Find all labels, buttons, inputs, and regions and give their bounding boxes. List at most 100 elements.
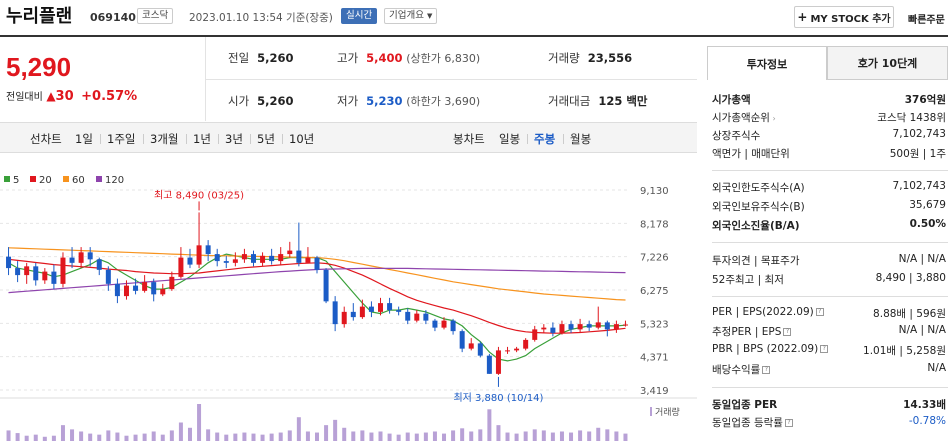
legend-label: 20 <box>39 175 52 186</box>
candle-body <box>6 256 12 269</box>
volume-bar <box>151 431 156 441</box>
volume-bar <box>124 435 129 441</box>
candle-body <box>196 245 202 265</box>
quick-order-link[interactable]: 빠른주문 <box>908 11 945 26</box>
period-1y[interactable]: 1년 <box>193 131 211 147</box>
tab-invest-info[interactable]: 투자정보 <box>707 46 827 80</box>
period-3m[interactable]: 3개월 <box>150 131 178 147</box>
stock-name: 누리플랜 <box>6 6 73 27</box>
volume-bar <box>224 434 229 441</box>
volume-bar <box>478 429 483 441</box>
row-dividend: 배당수익률? N/A <box>712 362 946 376</box>
volume-bar <box>442 433 447 441</box>
row-opinion: 투자의견 | 목표주가 N/A | N/A <box>712 253 946 267</box>
candle-body <box>541 327 547 330</box>
candle-body <box>396 310 402 312</box>
row-shares: 상장주식수 7,102,743 <box>712 128 946 142</box>
candle-weekly[interactable]: 주봉 <box>534 131 555 147</box>
period-3y[interactable]: 3년 <box>225 131 243 147</box>
candle-body <box>459 331 465 349</box>
chevron-down-icon: ▼ <box>426 12 433 20</box>
candle-body <box>187 257 193 265</box>
mystock-add-button[interactable]: + MY STOCK 추가 <box>794 6 894 28</box>
candle-body <box>160 289 166 295</box>
help-icon: ? <box>762 366 771 374</box>
period-5y[interactable]: 5년 <box>257 131 275 147</box>
y-tick-label: 5,323 <box>640 319 669 330</box>
mystock-label: MY STOCK 추가 <box>810 13 891 25</box>
volume-bar <box>24 435 29 441</box>
volume-bar <box>206 429 211 441</box>
divider <box>206 79 697 80</box>
candle-daily[interactable]: 일봉 <box>499 131 520 147</box>
y-tick-label: 8,178 <box>640 219 669 230</box>
volume-bar <box>423 432 428 441</box>
volume-bar <box>142 433 147 441</box>
help-icon: ? <box>783 328 792 336</box>
volume-bar <box>315 432 319 441</box>
candle-body <box>495 350 501 374</box>
diff-label: 전일대비 <box>6 92 43 103</box>
volume-bar <box>97 434 102 441</box>
help-icon: ? <box>820 345 829 353</box>
candle-body <box>60 257 66 284</box>
candle-body <box>323 269 329 302</box>
period-1w[interactable]: 1주일 <box>107 131 135 147</box>
candle-body <box>42 271 48 281</box>
candle-body <box>486 355 492 374</box>
period-bar: 선차트 1일 1주일 3개월 1년 3년 5년 10년 봉차트 일봉 주봉 월봉 <box>0 122 697 153</box>
low-price: 저가 5,230 (하한가 3,690) <box>337 94 481 108</box>
row-per: PER | EPS(2022.09)? 8.88배 | 596원 <box>712 306 946 320</box>
volume-bar <box>88 433 93 441</box>
candle-body <box>568 324 574 330</box>
candle-body <box>105 269 111 284</box>
candle-body <box>78 252 84 263</box>
volume-bar <box>178 422 183 441</box>
candle-body <box>622 324 628 326</box>
overview-button[interactable]: 기업개요 ▼ <box>384 8 438 24</box>
change-rate: +0.57% <box>81 89 138 104</box>
candle-body <box>114 283 120 297</box>
volume-bar <box>287 430 292 441</box>
row-rank: 시가총액순위 › 코스닥 1438위 <box>712 112 946 124</box>
row-foreign-ratio: 외국인소진율(B/A) 0.50% <box>712 218 946 232</box>
legend-label: 60 <box>72 175 85 186</box>
period-1d[interactable]: 1일 <box>75 131 93 147</box>
volume-bar <box>278 432 283 441</box>
legend-swatch <box>96 176 102 182</box>
stock-chart[interactable]: 5 20 60 120 9,130 8,178 7,226 6,275 5,323 4,371 3,… <box>0 170 697 441</box>
y-tick-label: 7,226 <box>640 253 669 264</box>
candle-body <box>450 320 456 332</box>
volume-bar <box>532 429 537 441</box>
volume-bar <box>387 433 392 441</box>
legend-swatch <box>63 176 69 182</box>
candle-body <box>514 348 520 351</box>
candle-body <box>595 322 601 328</box>
volume-bar <box>324 425 329 441</box>
volume-bar <box>605 429 610 441</box>
chart-svg: 5 20 60 120 9,130 8,178 7,226 6,275 5,323 4,371 3,… <box>0 175 697 441</box>
candle-body <box>359 306 365 318</box>
volume-bar <box>559 431 564 441</box>
candle-body <box>214 254 220 262</box>
row-par: 액면가 | 매매단위 500원 | 1주 <box>712 148 946 160</box>
candle-body <box>604 322 610 330</box>
volume-bar <box>541 430 546 441</box>
tab-orderbook[interactable]: 호가 10단계 <box>827 46 948 80</box>
info-panel: 투자정보 호가 10단계 시가총액 376억원 시가총액순위 › 코스닥 1438위… <box>707 46 948 441</box>
volume-bar <box>451 430 456 441</box>
candle-body <box>15 268 21 276</box>
candle-chart-label: 봉차트 <box>453 132 485 146</box>
legend-swatch <box>4 176 10 182</box>
period-10y[interactable]: 10년 <box>289 131 314 147</box>
candle-body <box>223 261 229 263</box>
volume-bar <box>42 436 47 441</box>
volume-bar <box>296 417 301 441</box>
candle-body <box>133 285 139 291</box>
plus-icon: + <box>797 10 808 24</box>
candle-monthly[interactable]: 월봉 <box>570 131 591 147</box>
volume-bar <box>251 433 256 441</box>
candle-body <box>241 254 247 260</box>
overview-label: 기업개요 <box>389 10 424 21</box>
up-triangle-icon: ▲ <box>46 89 56 103</box>
